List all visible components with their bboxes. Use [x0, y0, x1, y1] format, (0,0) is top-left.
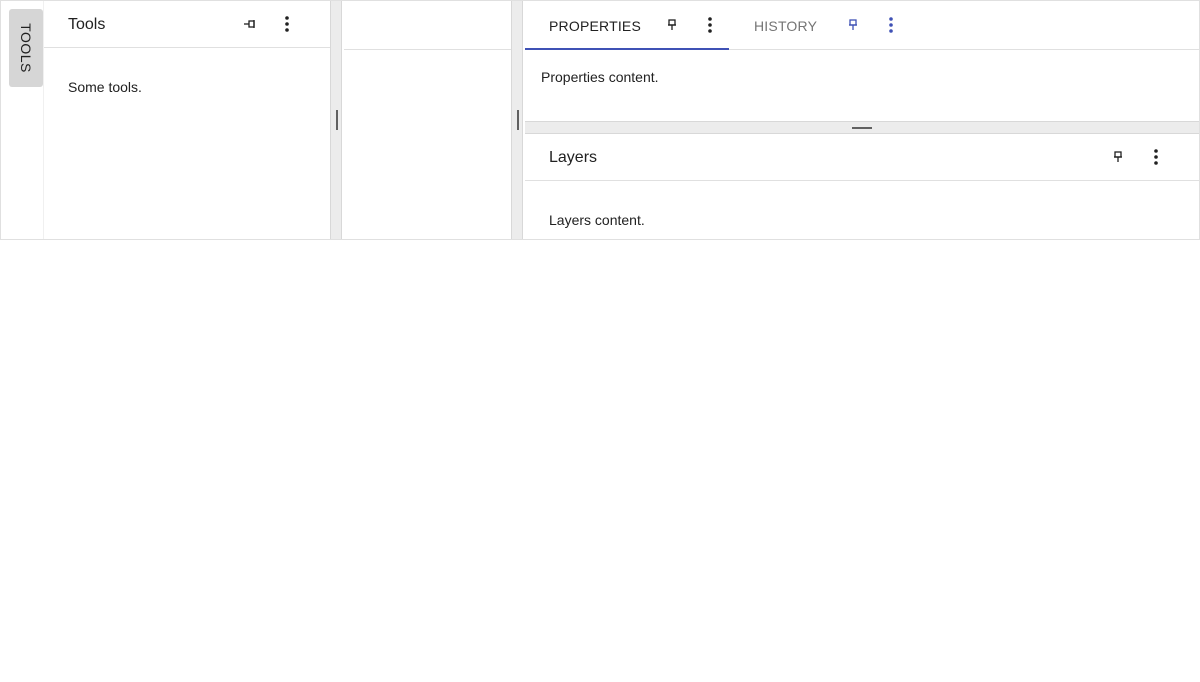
side-strip: TOOLS	[1, 1, 44, 239]
tools-panel-title: Tools	[68, 16, 106, 33]
history-menu-button[interactable]	[879, 13, 903, 37]
side-tab-label: TOOLS	[18, 23, 35, 73]
empty-panel-header	[344, 1, 511, 50]
tools-panel: Tools Some tools.	[44, 1, 330, 239]
history-pin-button[interactable]	[841, 13, 865, 37]
more-vert-icon	[708, 17, 712, 33]
more-vert-icon	[1154, 149, 1158, 165]
tab-bar: PROPERTIES HISTORY	[525, 1, 1199, 50]
layers-content: Layers content.	[549, 212, 645, 228]
more-vert-icon	[889, 17, 893, 33]
empty-panel	[344, 1, 511, 239]
pin-icon	[849, 19, 857, 30]
splitter-grip	[517, 110, 519, 130]
vertical-splitter-1[interactable]	[330, 1, 342, 239]
side-tab-tools[interactable]: TOOLS	[9, 9, 43, 87]
dock-layout: TOOLS Tools Some tools. PROPERTIES HISTO…	[0, 0, 1200, 240]
layers-pin-button[interactable]	[1106, 145, 1130, 169]
vertical-splitter-2[interactable]	[511, 1, 523, 239]
layers-menu-button[interactable]	[1144, 145, 1168, 169]
tools-panel-content: Some tools.	[68, 79, 142, 95]
tab-properties[interactable]: PROPERTIES	[525, 1, 729, 50]
tools-pin-button[interactable]	[238, 12, 262, 36]
tools-panel-header: Tools	[44, 1, 330, 48]
tab-history-label: HISTORY	[754, 18, 818, 34]
properties-content: Properties content.	[541, 69, 659, 85]
tab-properties-label: PROPERTIES	[549, 18, 641, 34]
layers-panel-title: Layers	[549, 149, 598, 166]
splitter-grip	[336, 110, 338, 130]
more-vert-icon	[285, 16, 289, 32]
properties-menu-button[interactable]	[698, 13, 722, 37]
horizontal-splitter[interactable]	[525, 121, 1199, 134]
properties-group: PROPERTIES HISTORY Properties content.	[525, 1, 1199, 121]
layers-panel: Layers Layers content.	[525, 134, 1199, 239]
splitter-grip	[852, 127, 872, 129]
pin-icon	[244, 20, 255, 28]
pin-icon	[668, 19, 676, 30]
layers-panel-header: Layers	[525, 134, 1199, 181]
pin-icon	[1114, 151, 1122, 162]
tools-menu-button[interactable]	[275, 12, 299, 36]
active-tab-indicator	[525, 48, 729, 50]
properties-pin-button[interactable]	[660, 13, 684, 37]
tab-history[interactable]: HISTORY	[729, 1, 909, 49]
